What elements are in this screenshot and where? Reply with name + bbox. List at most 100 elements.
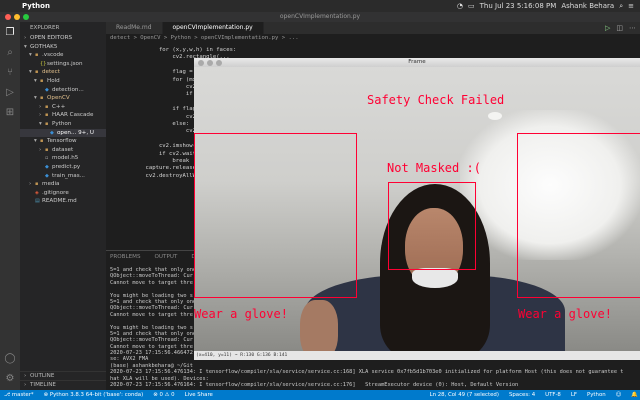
tree-item-label: .gitignore bbox=[42, 189, 69, 196]
tree-item-label: model.h5 bbox=[52, 155, 79, 162]
zoom-window-button[interactable] bbox=[23, 14, 29, 20]
terminal-line: 2020-07-23 17:15:56.476134: I tensorflow… bbox=[110, 369, 624, 376]
folder-icon: ▪ bbox=[45, 103, 49, 110]
feedback-icon[interactable]: ☺ bbox=[616, 390, 622, 400]
app-name[interactable]: Python bbox=[22, 2, 50, 10]
file-tree: ▾ ▪ .vscode {}settings.json ▾ ▪ detect ▾ ▪ Hold ◆ d… bbox=[20, 51, 106, 206]
battery-icon[interactable]: ▭ bbox=[468, 2, 475, 10]
folder-icon: ▪ bbox=[35, 52, 39, 59]
interpreter-status[interactable]: ⊗ Python 3.8.3 64-bit ('base': conda) bbox=[44, 390, 144, 400]
tree-item-label: media bbox=[42, 181, 60, 188]
frame-close-button[interactable] bbox=[198, 59, 204, 66]
tree-item[interactable]: › ▪ HAAR Cascade bbox=[20, 111, 106, 120]
editor-actions: ▷ ◫ ⋯ bbox=[605, 22, 636, 34]
eol-status[interactable]: LF bbox=[571, 390, 577, 400]
code-line: capture.release() bbox=[132, 165, 203, 172]
terminal-line: 2020-07-23 17:15:56.476164: I tensorflow… bbox=[110, 382, 519, 389]
branch-status[interactable]: ⎇ master* bbox=[4, 390, 34, 400]
tree-item-label: README.md bbox=[42, 198, 77, 205]
frame-zoom-button[interactable] bbox=[216, 59, 222, 66]
tree-item[interactable]: ◆ open... 9+, U bbox=[20, 128, 106, 138]
explorer-header: EXPLORER bbox=[30, 25, 60, 31]
gear-icon[interactable]: ⚙ bbox=[0, 368, 20, 388]
debug-icon[interactable]: ▷ bbox=[0, 82, 20, 102]
window-title-bar: openCVImplementation.py bbox=[0, 12, 640, 22]
mask-status-label: Not Masked :( bbox=[387, 161, 481, 175]
tree-item[interactable]: ▫ model.h5 bbox=[20, 154, 106, 163]
tree-item[interactable]: ◈ .gitignore bbox=[20, 189, 106, 198]
user-name[interactable]: Ashank Behara bbox=[561, 2, 614, 10]
tree-item-label: train_mas... bbox=[52, 172, 85, 179]
cursor-position[interactable]: Ln 28, Col 49 (7 selected) bbox=[430, 390, 499, 400]
encoding-status[interactable]: UTF-8 bbox=[545, 390, 561, 400]
run-icon[interactable]: ▷ bbox=[605, 24, 610, 32]
safety-check-label: Safety Check Failed bbox=[367, 93, 505, 107]
person-hand bbox=[300, 300, 338, 351]
minimize-window-button[interactable] bbox=[14, 14, 20, 20]
code-line: else: bbox=[132, 121, 190, 127]
glove-label-right: Wear a glove! bbox=[518, 307, 612, 321]
tree-item[interactable]: › ▪ dataset bbox=[20, 146, 106, 155]
problems-status[interactable]: ⊗ 0 ⚠ 0 bbox=[153, 390, 174, 400]
tree-item-label: open... 9+, U bbox=[57, 129, 94, 136]
tree-item[interactable]: ▤ README.md bbox=[20, 197, 106, 206]
folder-icon: ▪ bbox=[45, 112, 49, 119]
py-icon: ◆ bbox=[50, 129, 54, 136]
language-mode[interactable]: Python bbox=[587, 390, 606, 400]
face-detection-box bbox=[388, 182, 476, 270]
workspace-root[interactable]: ▾ GOTHAK5 bbox=[20, 43, 106, 52]
tree-item-label: Tensorflow bbox=[47, 138, 77, 145]
tree-item[interactable]: ▾ ▪ Tensorflow bbox=[20, 137, 106, 146]
frame-minimize-button[interactable] bbox=[207, 59, 213, 66]
window-title: openCVImplementation.py bbox=[279, 13, 361, 20]
panel-tab[interactable]: OUTPUT bbox=[155, 251, 178, 264]
tree-item-label: C++ bbox=[52, 103, 66, 110]
status-bar: ⎇ master* ⊗ Python 3.8.3 64-bit ('base':… bbox=[0, 390, 640, 400]
md-icon: ▤ bbox=[35, 198, 40, 205]
clock[interactable]: Thu Jul 23 5:16:08 PM bbox=[480, 2, 557, 10]
breadcrumb[interactable]: detect > OpenCV > Python > openCVImpleme… bbox=[106, 34, 640, 43]
wifi-icon[interactable]: ◔ bbox=[457, 2, 463, 10]
panel-tab[interactable]: PROBLEMS bbox=[110, 251, 141, 264]
tree-item[interactable]: ▾ ▪ Python bbox=[20, 120, 106, 129]
source-control-icon[interactable]: ⑂ bbox=[0, 62, 20, 82]
live-share-status[interactable]: Live Share bbox=[185, 390, 213, 400]
editor-tab[interactable]: openCVImplementation.py bbox=[162, 22, 264, 34]
search-icon[interactable]: ⌕ bbox=[619, 2, 623, 11]
split-editor-icon[interactable]: ◫ bbox=[616, 24, 623, 32]
tree-item[interactable]: ◆ train_mas... bbox=[20, 172, 106, 181]
open-editors-section[interactable]: › OPEN EDITORS bbox=[20, 34, 106, 43]
folder-icon: ▪ bbox=[35, 181, 39, 188]
notifications-icon[interactable]: 🔔 bbox=[631, 390, 638, 400]
outline-section[interactable]: › OUTLINE bbox=[20, 370, 106, 381]
tree-item[interactable]: ▾ ▪ detect bbox=[20, 68, 106, 77]
menu-icon[interactable]: ≡ bbox=[628, 2, 634, 10]
explorer-icon[interactable]: ❐ bbox=[0, 22, 20, 42]
activity-bar: ❐ ⌕ ⑂ ▷ ⊞ ◯ ⚙ bbox=[0, 22, 20, 390]
folder-icon: ▪ bbox=[40, 77, 44, 84]
py-icon: ◆ bbox=[45, 86, 49, 93]
search-icon[interactable]: ⌕ bbox=[0, 42, 20, 62]
tree-item-label: dataset bbox=[52, 146, 74, 153]
more-icon[interactable]: ⋯ bbox=[629, 24, 636, 32]
extensions-icon[interactable]: ⊞ bbox=[0, 102, 20, 122]
close-window-button[interactable] bbox=[5, 14, 11, 20]
editor-tab[interactable]: ReadMe.md bbox=[106, 22, 163, 34]
account-icon[interactable]: ◯ bbox=[0, 348, 20, 368]
tree-item[interactable]: ◆ detection... bbox=[20, 86, 106, 95]
tree-item[interactable]: ▾ ▪ Hold bbox=[20, 77, 106, 86]
timeline-section[interactable]: › TIMELINE bbox=[20, 380, 106, 390]
frame-pixel-readout: (x=410, y=11) ~ R:130 G:136 B:141 bbox=[194, 351, 640, 360]
tree-item[interactable]: › ▪ media bbox=[20, 180, 106, 189]
folder-icon: ▪ bbox=[35, 69, 39, 76]
tree-item[interactable]: ◆ predict.py bbox=[20, 163, 106, 172]
tree-item[interactable]: ▾ ▪ .vscode bbox=[20, 51, 106, 60]
tree-item[interactable]: ▾ ▪ OpenCV bbox=[20, 94, 106, 103]
tree-item-label: Hold bbox=[47, 77, 60, 84]
menu-bar: Python ◔ ▭ Thu Jul 23 5:16:08 PM Ashank … bbox=[0, 0, 640, 12]
indentation-status[interactable]: Spaces: 4 bbox=[509, 390, 535, 400]
explorer-sidebar: EXPLORER › OPEN EDITORS ▾ GOTHAK5 ▾ ▪ .vscod… bbox=[20, 22, 106, 390]
frame-title-bar[interactable]: Frame bbox=[194, 58, 640, 67]
tree-item[interactable]: › ▪ C++ bbox=[20, 103, 106, 112]
tree-item[interactable]: {}settings.json bbox=[20, 60, 106, 69]
